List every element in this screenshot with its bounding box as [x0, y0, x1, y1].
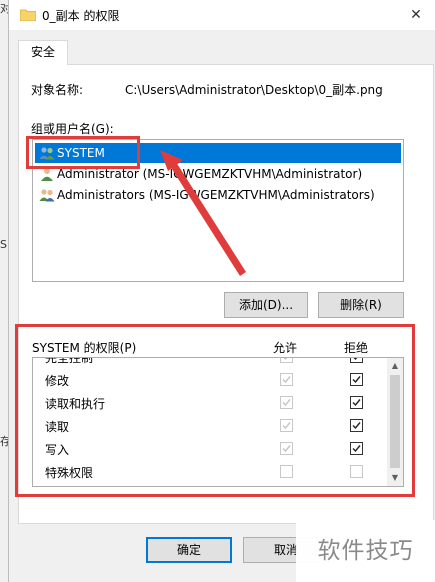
annotation-arrow	[160, 150, 246, 276]
tab-security[interactable]: 安全	[18, 40, 68, 65]
